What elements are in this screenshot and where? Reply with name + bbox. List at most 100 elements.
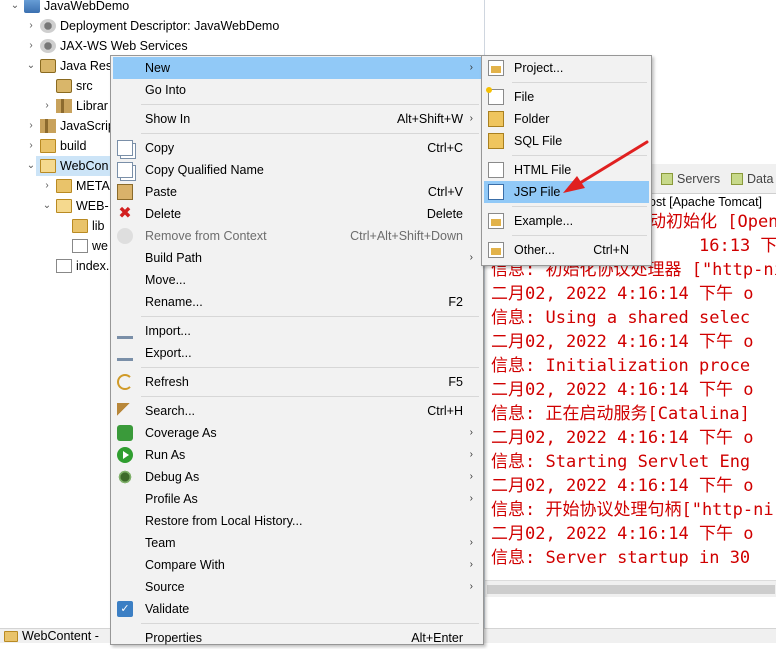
menu-item-remove-from-context: Remove from Context Ctrl+Alt+Shift+Down <box>113 225 481 247</box>
expand-icon[interactable]: › <box>26 36 36 56</box>
expand-icon[interactable]: › <box>42 96 52 116</box>
menu-item-profile-as[interactable]: Profile As › <box>113 488 481 510</box>
submenu-item-html-file[interactable]: HTML File <box>484 159 649 181</box>
collapse-icon[interactable]: ⌄ <box>10 0 20 16</box>
menu-item-move[interactable]: Move... <box>113 269 481 291</box>
menu-item-delete[interactable]: ✖ Delete Delete <box>113 203 481 225</box>
menu-item-label: Remove from Context <box>145 229 267 243</box>
menu-item-search[interactable]: Search... Ctrl+H <box>113 400 481 422</box>
menu-item-label: Show In <box>145 112 191 126</box>
collapse-icon[interactable]: ⌄ <box>26 156 36 176</box>
menu-item-label: Team <box>145 536 176 550</box>
expand-icon[interactable]: › <box>26 136 36 156</box>
menu-item-new[interactable]: New › <box>113 57 481 79</box>
menu-item-label: Refresh <box>145 375 189 389</box>
new-folder-icon <box>488 111 504 127</box>
menu-item-run-as[interactable]: Run As › <box>113 444 481 466</box>
menu-item-restore-from-local-history[interactable]: Restore from Local History... <box>113 510 481 532</box>
submenu-item-jsp-file[interactable]: JSP File <box>484 181 649 203</box>
export-icon <box>117 345 133 361</box>
expand-icon[interactable]: › <box>26 16 36 36</box>
menu-item-label: Rename... <box>145 295 203 309</box>
menu-item-label: Move... <box>145 273 186 287</box>
console-line: 动初始化 [OpenS <box>649 212 776 232</box>
menu-separator <box>141 623 479 624</box>
scrollbar-thumb[interactable] <box>487 585 775 594</box>
expand-icon[interactable]: › <box>26 116 36 136</box>
open-folder-icon <box>40 159 56 173</box>
submenu-item-file[interactable]: File <box>484 86 649 108</box>
console-line: 二月02, 2022 4:16:14 下午 o <box>491 428 754 448</box>
menu-item-label: Build Path <box>145 251 202 265</box>
console-line: 二月02, 2022 4:16:14 下午 o <box>491 476 754 496</box>
submenu-arrow-icon: › <box>469 559 473 570</box>
menu-item-accelerator: F2 <box>448 295 463 309</box>
menu-item-accelerator: Ctrl+Alt+Shift+Down <box>350 229 463 243</box>
menu-separator <box>141 104 479 105</box>
menu-item-label: JSP File <box>514 185 561 199</box>
expand-icon[interactable]: › <box>42 176 52 196</box>
web-services-icon <box>40 39 56 53</box>
open-folder-icon <box>56 199 72 213</box>
menu-item-accelerator: Alt+Shift+W <box>397 112 463 126</box>
menu-item-compare-with[interactable]: Compare With › <box>113 554 481 576</box>
tree-item-label: JAX-WS Web Services <box>60 39 188 53</box>
menu-item-go-into[interactable]: Go Into <box>113 79 481 101</box>
paste-icon <box>117 184 133 200</box>
tab-servers[interactable]: Servers <box>661 172 720 186</box>
console-line: 信息: 正在启动服务[Catalina] <box>491 404 750 424</box>
submenu-item-folder[interactable]: Folder <box>484 108 649 130</box>
menu-item-accelerator: Alt+Enter <box>411 631 463 645</box>
horizontal-scrollbar[interactable] <box>485 580 776 597</box>
menu-item-team[interactable]: Team › <box>113 532 481 554</box>
menu-item-validate[interactable]: ✓ Validate <box>113 598 481 620</box>
menu-separator <box>141 396 479 397</box>
console-output[interactable]: 动初始化 [OpenS 16:13 下午 o 信息: 初始化协议处理器 ["ht… <box>485 212 776 580</box>
menu-item-copy-qualified-name[interactable]: Copy Qualified Name <box>113 159 481 181</box>
menu-item-copy[interactable]: Copy Ctrl+C <box>113 137 481 159</box>
collapse-icon[interactable]: ⌄ <box>26 56 36 76</box>
menu-item-show-in[interactable]: Show In Alt+Shift+W › <box>113 108 481 130</box>
console-line: 信息: Server startup in 30 <box>491 548 751 568</box>
run-icon <box>117 447 133 463</box>
tree-item-webcontent[interactable]: ⌄ WebCon <box>27 156 110 176</box>
menu-item-import[interactable]: Import... <box>113 320 481 342</box>
console-line: 二月02, 2022 4:16:14 下午 o <box>491 284 754 304</box>
menu-item-coverage-as[interactable]: Coverage As › <box>113 422 481 444</box>
submenu-item-other[interactable]: Other... Ctrl+N <box>484 239 649 261</box>
submenu-item-example[interactable]: Example... <box>484 210 649 232</box>
menu-item-label: Properties <box>145 631 202 645</box>
folder-icon <box>72 219 88 233</box>
menu-item-build-path[interactable]: Build Path › <box>113 247 481 269</box>
menu-separator <box>512 82 647 83</box>
new-sql-file-icon <box>488 133 504 149</box>
collapse-icon[interactable]: ⌄ <box>42 196 52 216</box>
menu-item-accelerator: Ctrl+H <box>427 404 463 418</box>
menu-separator <box>141 367 479 368</box>
menu-item-label: Debug As <box>145 470 200 484</box>
menu-item-source[interactable]: Source › <box>113 576 481 598</box>
submenu-arrow-icon: › <box>469 581 473 592</box>
menu-item-rename[interactable]: Rename... F2 <box>113 291 481 313</box>
submenu-arrow-icon: › <box>469 113 473 124</box>
menu-item-debug-as[interactable]: Debug As › <box>113 466 481 488</box>
new-project-icon <box>488 60 504 76</box>
tree-item-label: Java Res <box>60 59 113 73</box>
remove-from-context-icon <box>117 228 133 244</box>
menu-item-refresh[interactable]: Refresh F5 <box>113 371 481 393</box>
folder-icon <box>56 179 72 193</box>
console-line: 信息: Using a shared selec <box>491 308 751 328</box>
submenu-item-sql-file[interactable]: SQL File <box>484 130 649 152</box>
submenu-item-project[interactable]: Project... <box>484 57 649 79</box>
tab-label: Servers <box>677 172 721 186</box>
menu-separator <box>512 206 647 207</box>
menu-item-label: Go Into <box>145 83 186 97</box>
tab-data[interactable]: Data <box>731 172 773 186</box>
console-line: 二月02, 2022 4:16:14 下午 o <box>491 524 754 544</box>
new-jsp-file-icon <box>488 184 504 200</box>
tree-item-label: JavaWebDemo <box>44 0 130 13</box>
menu-item-properties[interactable]: Properties Alt+Enter <box>113 627 481 649</box>
menu-item-export[interactable]: Export... <box>113 342 481 364</box>
menu-item-paste[interactable]: Paste Ctrl+V <box>113 181 481 203</box>
menu-separator <box>141 316 479 317</box>
